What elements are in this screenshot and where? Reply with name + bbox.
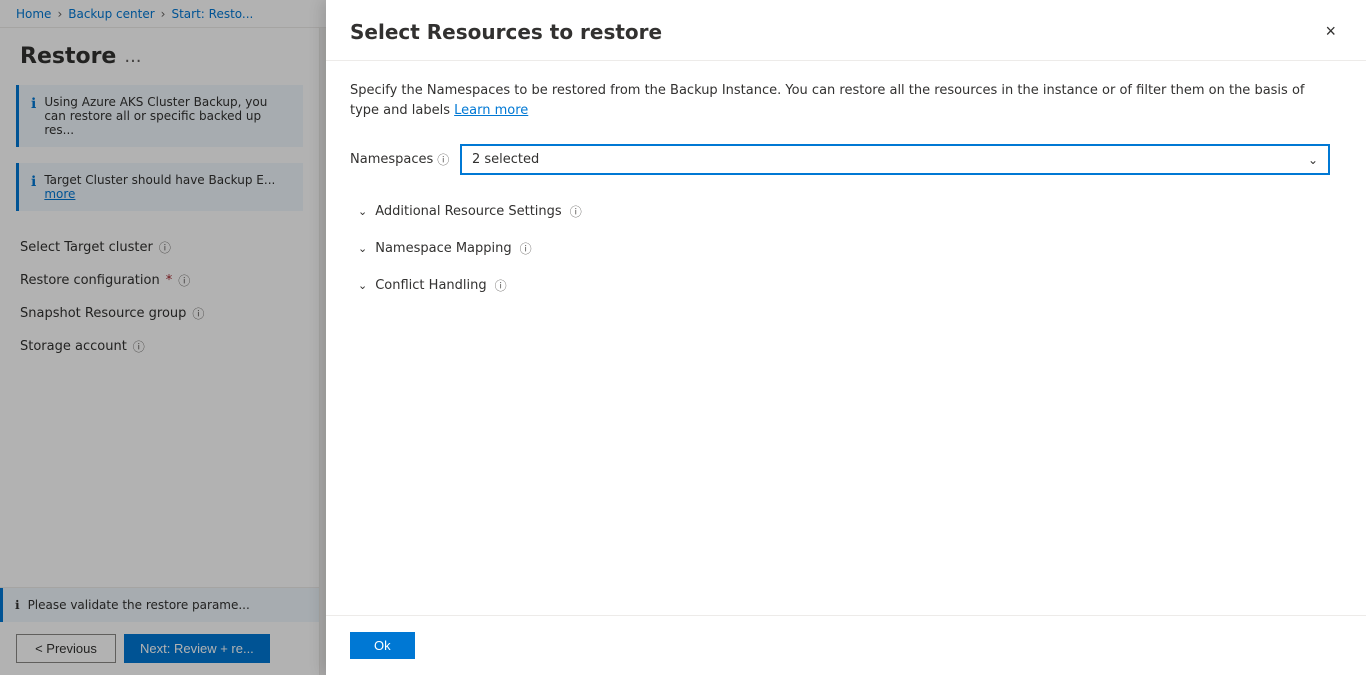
namespace-mapping-section: ⌄ Namespace Mapping ⓘ: [358, 232, 1342, 265]
chevron-icon-1: ⌄: [358, 205, 367, 218]
modal-header: Select Resources to restore ×: [326, 28, 1366, 61]
namespace-mapping-header[interactable]: ⌄ Namespace Mapping ⓘ: [358, 232, 1342, 265]
additional-resource-info: ⓘ: [570, 203, 582, 220]
namespaces-value: 2 selected: [472, 152, 539, 167]
conflict-handling-info: ⓘ: [495, 277, 507, 294]
additional-resource-settings-section: ⌄ Additional Resource Settings ⓘ: [358, 195, 1342, 228]
modal-panel: Select Resources to restore × Specify th…: [326, 28, 1366, 675]
namespaces-label: Namespaces ⓘ: [350, 151, 450, 168]
chevron-icon-2: ⌄: [358, 242, 367, 255]
namespace-mapping-label: Namespace Mapping: [375, 241, 511, 256]
chevron-down-icon: ⌄: [1308, 153, 1318, 167]
conflict-handling-section: ⌄ Conflict Handling ⓘ: [358, 269, 1342, 302]
modal-title: Select Resources to restore: [350, 28, 662, 44]
additional-resource-settings-header[interactable]: ⌄ Additional Resource Settings ⓘ: [358, 195, 1342, 228]
modal-body: Specify the Namespaces to be restored fr…: [326, 61, 1366, 615]
ok-button[interactable]: Ok: [350, 632, 415, 659]
modal-footer: Ok: [326, 615, 1366, 675]
namespaces-info-icon: ⓘ: [437, 151, 449, 168]
namespace-mapping-info: ⓘ: [520, 240, 532, 257]
chevron-icon-3: ⌄: [358, 279, 367, 292]
modal-close-button[interactable]: ×: [1319, 28, 1342, 42]
modal-description: Specify the Namespaces to be restored fr…: [350, 81, 1310, 120]
additional-resource-label: Additional Resource Settings: [375, 204, 561, 219]
namespaces-dropdown[interactable]: 2 selected ⌄: [460, 144, 1330, 175]
conflict-handling-label: Conflict Handling: [375, 278, 486, 293]
namespaces-field: Namespaces ⓘ 2 selected ⌄: [350, 144, 1342, 175]
learn-more-link[interactable]: Learn more: [454, 103, 528, 118]
conflict-handling-header[interactable]: ⌄ Conflict Handling ⓘ: [358, 269, 1342, 302]
